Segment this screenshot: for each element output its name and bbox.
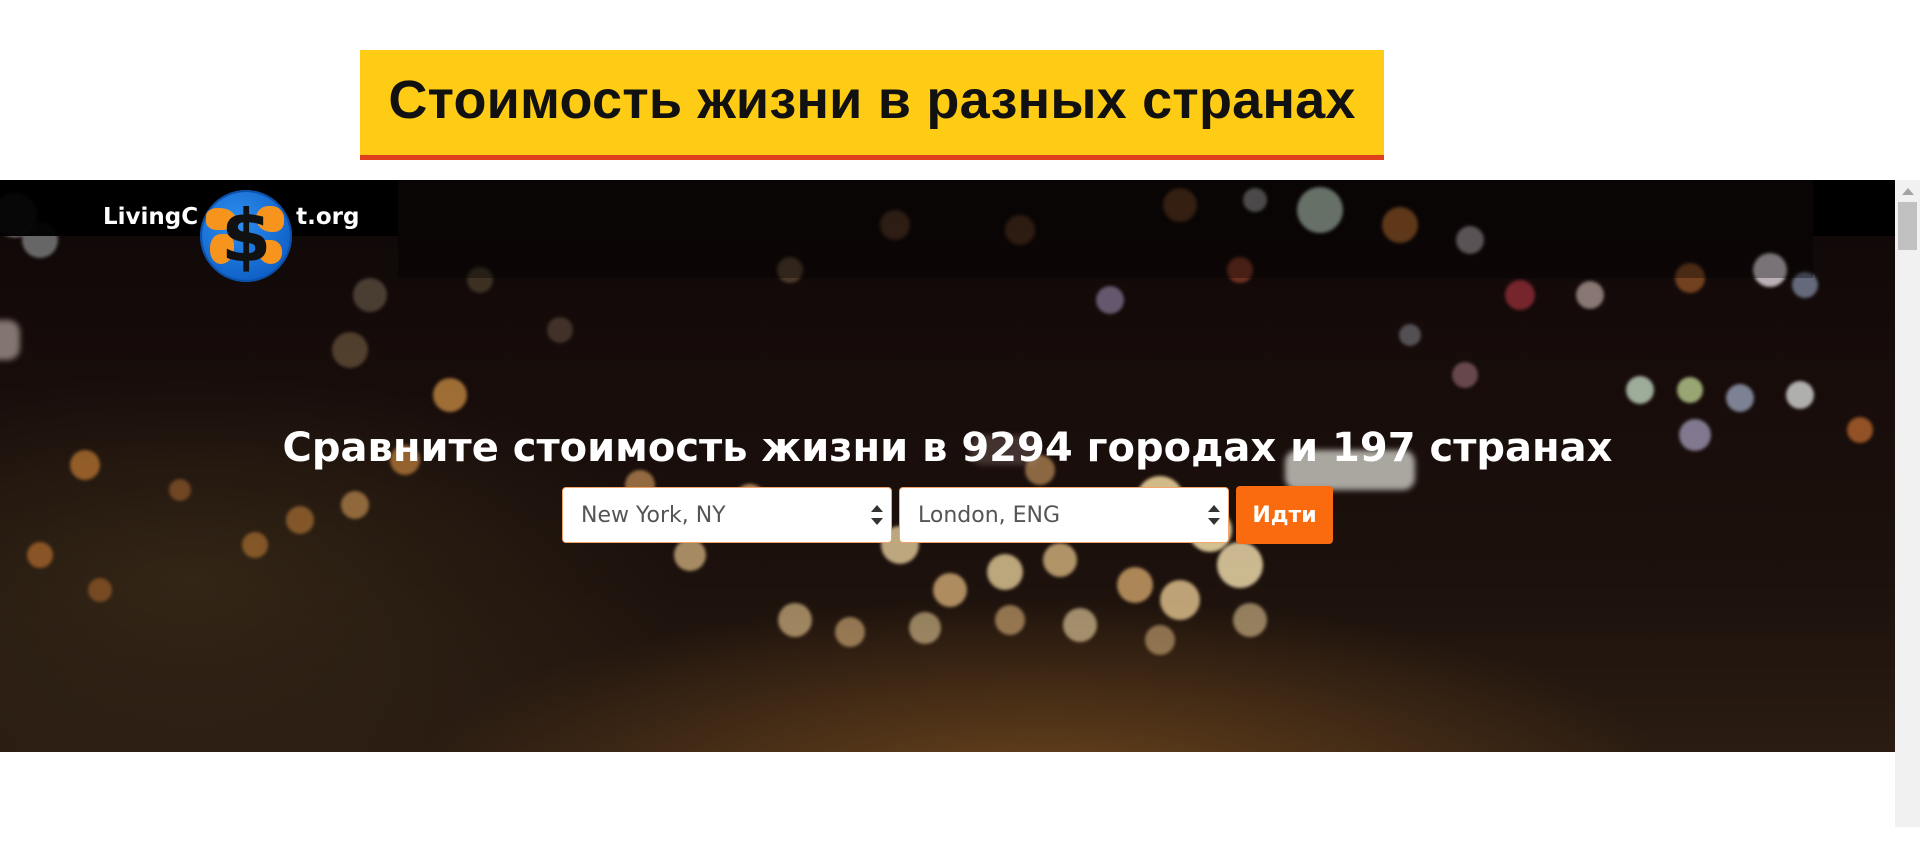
bokeh-light bbox=[1452, 362, 1478, 388]
bokeh-light bbox=[88, 578, 112, 602]
bokeh-light bbox=[933, 573, 967, 607]
bokeh-light bbox=[835, 617, 865, 647]
vertical-scrollbar[interactable] bbox=[1895, 180, 1920, 827]
bokeh-light bbox=[1786, 381, 1814, 409]
title-banner: Стоимость жизни в разных странах bbox=[360, 50, 1384, 160]
to-city-value: London, ENG bbox=[918, 502, 1061, 528]
logo-text-right: t.org bbox=[296, 204, 360, 230]
bokeh-glow bbox=[0, 320, 20, 360]
globe-dollar-icon: $ bbox=[200, 190, 293, 282]
bokeh-light bbox=[1505, 280, 1535, 310]
scrollbar-thumb[interactable] bbox=[1898, 202, 1917, 250]
bokeh-light bbox=[1576, 281, 1604, 309]
bokeh-light bbox=[909, 612, 941, 644]
hero-content: Сравните стоимость жизни в 9294 городах … bbox=[0, 423, 1895, 544]
compare-form: New York, NY London, ENG Идти bbox=[0, 486, 1895, 544]
updown-chevron-icon bbox=[871, 503, 883, 527]
bokeh-light bbox=[1160, 580, 1200, 620]
bokeh-light bbox=[778, 603, 812, 637]
logo-text-left: LivingC bbox=[103, 204, 199, 230]
bokeh-light bbox=[433, 378, 467, 412]
dollar-symbol: $ bbox=[221, 194, 272, 278]
bokeh-light bbox=[1399, 324, 1421, 346]
hero-headline: Сравните стоимость жизни в 9294 городах … bbox=[282, 425, 1613, 471]
site-logo[interactable]: LivingC $ t.org bbox=[103, 190, 359, 286]
go-button[interactable]: Идти bbox=[1236, 486, 1333, 544]
page-title: Стоимость жизни в разных странах bbox=[388, 69, 1356, 130]
bokeh-light bbox=[1063, 608, 1097, 642]
scroll-up-arrow-icon[interactable] bbox=[1902, 188, 1914, 195]
header-bar-edge bbox=[1813, 180, 1895, 236]
bokeh-light bbox=[1043, 543, 1077, 577]
bokeh-light bbox=[1626, 376, 1654, 404]
bokeh-light bbox=[1233, 603, 1267, 637]
bokeh-light bbox=[1096, 286, 1124, 314]
from-city-value: New York, NY bbox=[581, 502, 726, 528]
updown-chevron-icon bbox=[1208, 503, 1220, 527]
from-city-select[interactable]: New York, NY bbox=[562, 487, 892, 543]
bokeh-light bbox=[987, 554, 1023, 590]
bokeh-light bbox=[332, 332, 368, 368]
header-bar-overlay bbox=[398, 180, 1813, 278]
to-city-select[interactable]: London, ENG bbox=[899, 487, 1229, 543]
bokeh-light bbox=[27, 542, 53, 568]
bokeh-light bbox=[1117, 567, 1153, 603]
bokeh-light bbox=[1726, 384, 1754, 412]
bokeh-light bbox=[1145, 625, 1175, 655]
bokeh-light bbox=[1677, 377, 1703, 403]
hero-section: LivingC $ t.org Сравните стоимость жизни… bbox=[0, 180, 1895, 752]
bokeh-light bbox=[1217, 542, 1263, 588]
bokeh-light bbox=[995, 605, 1025, 635]
page: Стоимость жизни в разных странах LivingC… bbox=[0, 0, 1920, 865]
bokeh-light bbox=[547, 317, 573, 343]
